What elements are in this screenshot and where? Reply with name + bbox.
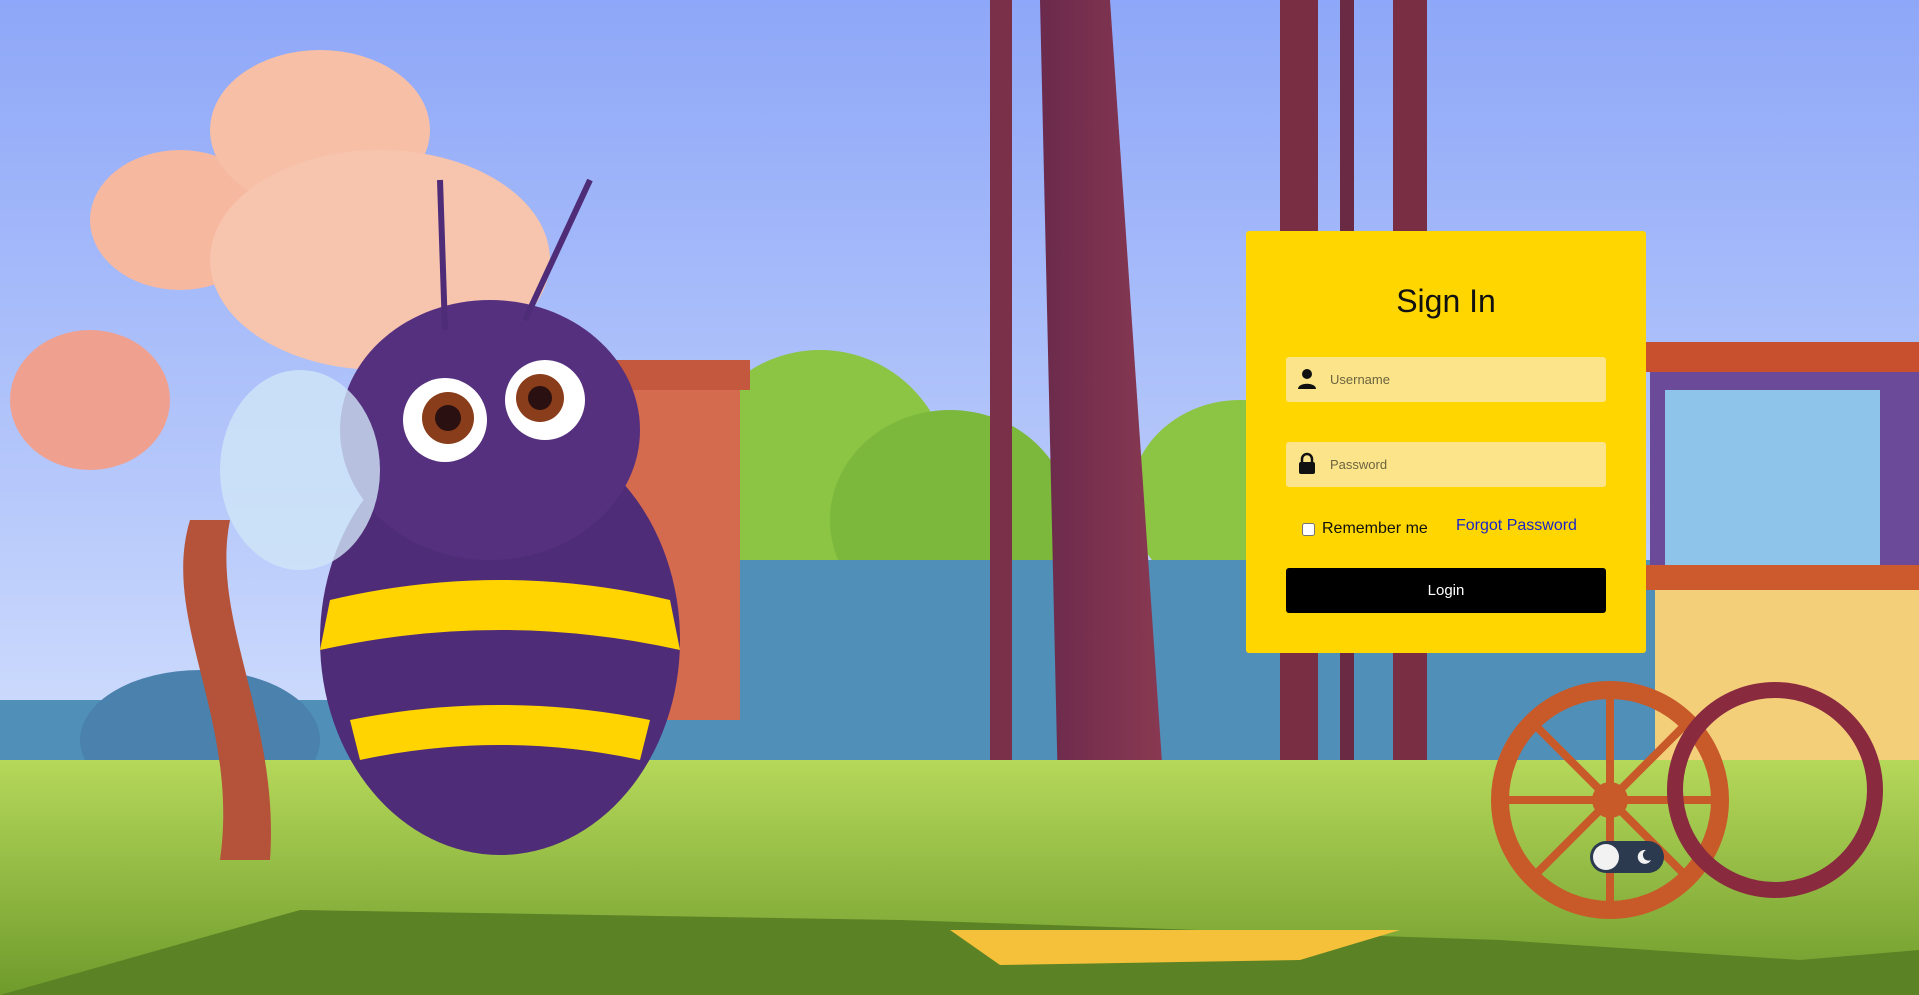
sign-in-title: Sign In [1396,283,1496,319]
remember-me-label: Remember me [1322,520,1428,537]
remember-me[interactable]: Remember me [1302,520,1428,538]
password-input[interactable] [1330,442,1596,487]
login-card: Sign In Remember me Forgot Password Logi… [1246,231,1646,653]
toggle-knob [1593,844,1619,870]
login-button[interactable]: Login [1286,568,1606,613]
theme-toggle[interactable] [1590,841,1664,873]
forgot-password-link[interactable]: Forgot Password [1456,517,1577,535]
username-field[interactable] [1286,357,1606,402]
password-field[interactable] [1286,442,1606,487]
user-icon [1295,367,1319,391]
username-input[interactable] [1330,357,1596,402]
lock-icon [1295,452,1319,476]
remember-me-checkbox[interactable] [1302,522,1315,536]
moon-icon [1636,849,1652,865]
